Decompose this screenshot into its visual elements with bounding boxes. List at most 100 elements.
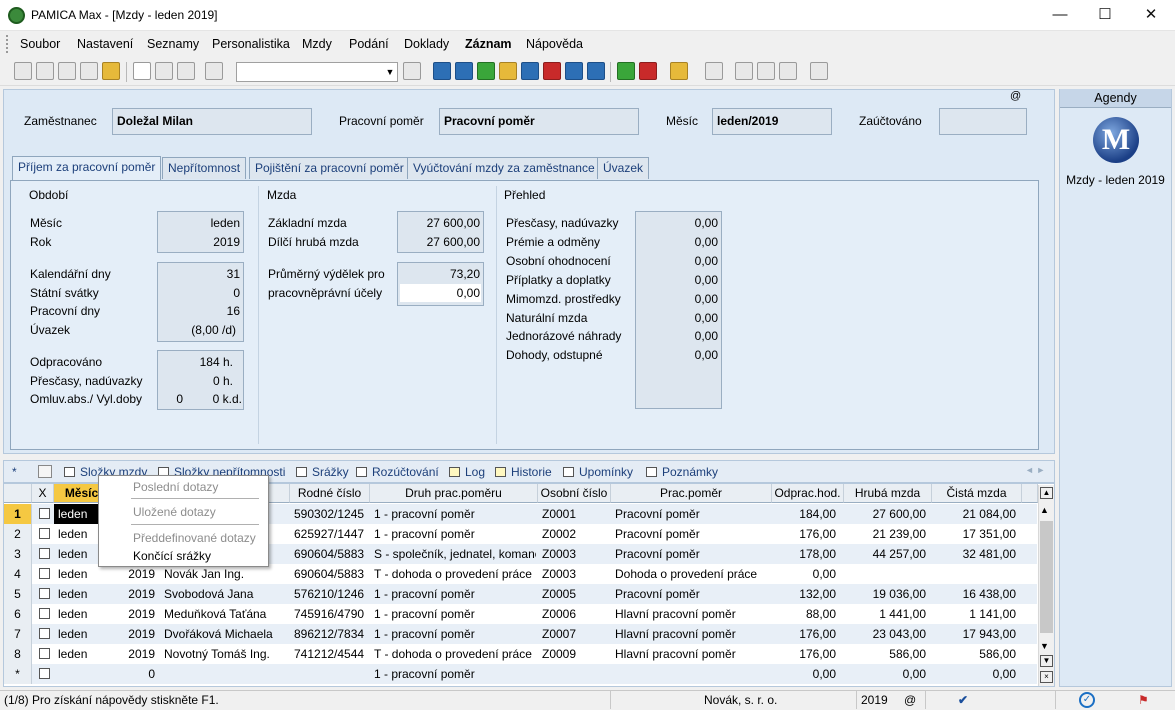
row-checkbox[interactable]: [39, 528, 50, 539]
scroll-down-icon[interactable]: ▼: [1040, 641, 1049, 651]
cell-os[interactable]: Z0006: [542, 604, 610, 624]
table-row[interactable]: 7 leden 2019 Dvořáková Michaela 896212/7834 1…: [4, 624, 1037, 644]
cell-hours[interactable]: 184,00: [772, 504, 836, 524]
cell-net[interactable]: 586,00: [932, 644, 1016, 664]
person-icon[interactable]: [477, 62, 495, 80]
scroll-top-icon[interactable]: ▲: [1040, 487, 1053, 499]
cell-gross[interactable]: 27 600,00: [844, 504, 926, 524]
tab-vyuctovani[interactable]: Vyúčtování mzdy za zaměstnance: [407, 157, 601, 179]
row-number[interactable]: 6: [4, 604, 32, 624]
row-number[interactable]: 1: [4, 504, 32, 524]
cell-gross[interactable]: 1 441,00: [844, 604, 926, 624]
agenda-item[interactable]: Mzdy - leden 2019: [1060, 173, 1171, 187]
row-checkbox[interactable]: [39, 548, 50, 559]
tab-srazky[interactable]: Srážky: [296, 463, 349, 481]
cell-os[interactable]: Z0007: [542, 624, 610, 644]
mail-3-icon[interactable]: [543, 62, 561, 80]
cell-rel[interactable]: Dohoda o provedení práce: [615, 564, 771, 584]
cell-hours[interactable]: 176,00: [772, 644, 836, 664]
tab-uvazek[interactable]: Úvazek: [597, 157, 650, 179]
cell-hours[interactable]: 176,00: [772, 624, 836, 644]
cell-rel[interactable]: Pracovní poměr: [615, 584, 771, 604]
cell-rc[interactable]: 896212/7834: [294, 624, 368, 644]
export-icon[interactable]: [102, 62, 120, 80]
tab-pojisteni[interactable]: Pojištění za pracovní poměr: [249, 157, 410, 179]
cell-os[interactable]: Z0001: [542, 504, 610, 524]
tab-historie[interactable]: Historie: [495, 463, 552, 481]
cell-hours[interactable]: 0,00: [772, 664, 836, 684]
toolbar-combo[interactable]: ▼: [236, 62, 398, 82]
person-alt-icon[interactable]: [499, 62, 517, 80]
tab-prijem[interactable]: Příjem za pracovní poměr: [12, 156, 162, 180]
row-number[interactable]: 7: [4, 624, 32, 644]
cell-rel[interactable]: Pracovní poměr: [615, 524, 771, 544]
month-field[interactable]: leden/2019: [712, 108, 832, 135]
menu-soubor[interactable]: Soubor: [20, 37, 60, 51]
cell-month[interactable]: leden: [58, 604, 108, 624]
cell-month[interactable]: leden: [58, 564, 108, 584]
cell-rc[interactable]: 690604/5883: [294, 544, 368, 564]
row-checkbox[interactable]: [39, 508, 50, 519]
row-number[interactable]: 4: [4, 564, 32, 584]
cell-net[interactable]: 0,00: [932, 664, 1016, 684]
cell-hours[interactable]: 88,00: [772, 604, 836, 624]
table-row[interactable]: 5 leden 2019 Svobodová Jana 576210/1246 1 - p…: [4, 584, 1037, 604]
cell-rel[interactable]: Pracovní poměr: [615, 544, 771, 564]
cell-net[interactable]: 16 438,00: [932, 584, 1016, 604]
menu-saved-queries[interactable]: Uložené dotazy: [133, 505, 216, 519]
cell-net[interactable]: [932, 564, 1016, 584]
cell-net[interactable]: 21 084,00: [932, 504, 1016, 524]
cell-os[interactable]: Z0005: [542, 584, 610, 604]
cell-rc[interactable]: [294, 664, 368, 684]
menu-podani[interactable]: Podání: [349, 37, 389, 51]
menu-mzdy[interactable]: Mzdy: [302, 37, 332, 51]
cell-gross[interactable]: 0,00: [844, 664, 926, 684]
posted-field[interactable]: [939, 108, 1027, 135]
relation-field[interactable]: Pracovní poměr: [439, 108, 639, 135]
menu-predefined-queries[interactable]: Předdefinované dotazy: [133, 531, 256, 545]
tab-poznamky[interactable]: Poznámky: [646, 463, 718, 481]
cell-year[interactable]: 2019: [110, 624, 155, 644]
minimize-button[interactable]: —: [1037, 0, 1083, 30]
cell-type[interactable]: 1 - pracovní poměr: [374, 584, 536, 604]
cell-gross[interactable]: 44 257,00: [844, 544, 926, 564]
help-icon[interactable]: [810, 62, 828, 80]
row-number[interactable]: 5: [4, 584, 32, 604]
mzdy-logo-icon[interactable]: M: [1093, 117, 1139, 163]
row-number[interactable]: 2: [4, 524, 32, 544]
cell-gross[interactable]: 23 043,00: [844, 624, 926, 644]
tab-upominky[interactable]: Upomínky: [563, 463, 633, 481]
cell-net[interactable]: 17 943,00: [932, 624, 1016, 644]
column-header-rel[interactable]: Prac.poměr: [611, 484, 772, 503]
row-number[interactable]: 3: [4, 544, 32, 564]
cell-type[interactable]: 1 - pracovní poměr: [374, 664, 536, 684]
list-icon[interactable]: [735, 62, 753, 80]
save-all-icon[interactable]: [177, 62, 195, 80]
menu-ending-deductions[interactable]: Končící srážky: [133, 549, 211, 563]
cell-hours[interactable]: 178,00: [772, 544, 836, 564]
cell-rc[interactable]: 745916/4790: [294, 604, 368, 624]
list-2-icon[interactable]: [757, 62, 775, 80]
duplicate-icon[interactable]: [205, 62, 223, 80]
scroll-thumb[interactable]: [1040, 521, 1053, 633]
column-header-hours[interactable]: Odprac.hod.: [772, 484, 844, 503]
cell-year[interactable]: 2019: [110, 604, 155, 624]
cell-rc[interactable]: 590302/1245: [294, 504, 368, 524]
cell-gross[interactable]: 21 239,00: [844, 524, 926, 544]
list-3-icon[interactable]: [779, 62, 797, 80]
row-checkbox[interactable]: [39, 568, 50, 579]
tab-star[interactable]: *: [12, 463, 17, 481]
column-header-type[interactable]: Druh prac.poměru: [370, 484, 538, 503]
table-row[interactable]: 6 leden 2019 Meduňková Taťána 745916/4790 1 -…: [4, 604, 1037, 624]
tabs-scroll-arrows[interactable]: ◄ ►: [1025, 465, 1045, 475]
row-number[interactable]: 8: [4, 644, 32, 664]
column-header-os[interactable]: Osobní číslo: [538, 484, 611, 503]
cell-rel[interactable]: Hlavní pracovní poměr: [615, 644, 771, 664]
cell-name[interactable]: Novák Jan Ing.: [164, 564, 289, 584]
cell-type[interactable]: S - společník, jednatel, komanc: [374, 544, 536, 564]
cell-name[interactable]: Dvořáková Michaela: [164, 624, 289, 644]
menu-nastaveni[interactable]: Nastavení: [77, 37, 133, 51]
mail-icon[interactable]: [433, 62, 451, 80]
cell-gross[interactable]: [844, 564, 926, 584]
tab-log[interactable]: Log: [449, 463, 485, 481]
